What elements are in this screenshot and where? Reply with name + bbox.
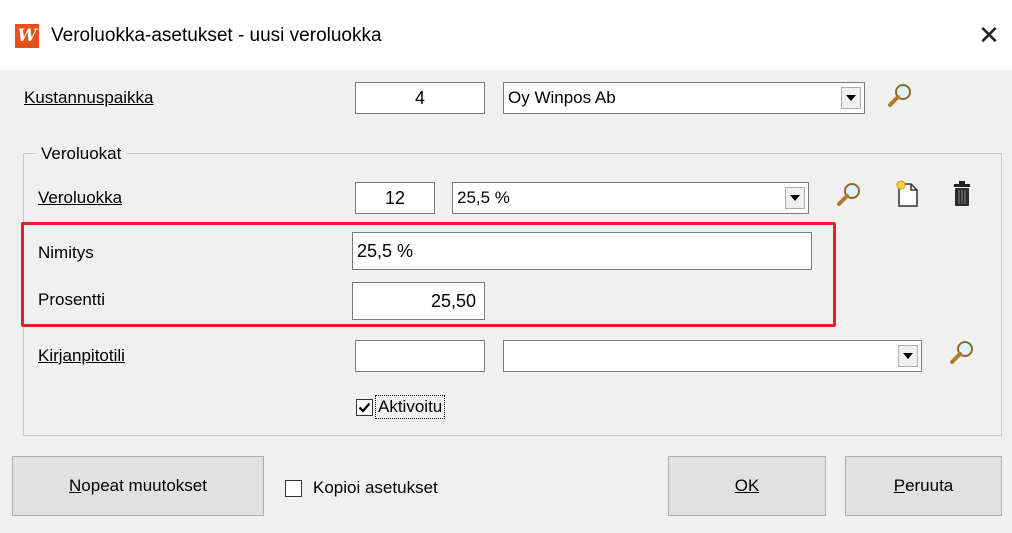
kustannuspaikka-label[interactable]: Kustannuspaikka	[24, 87, 153, 109]
veroluokka-code-input[interactable]: 12	[355, 182, 435, 214]
veroluokka-label[interactable]: Veroluokka	[38, 187, 122, 209]
kustannuspaikka-select[interactable]: Oy Winpos Ab	[503, 82, 865, 114]
kirjanpitotili-label[interactable]: Kirjanpitotili	[38, 345, 125, 367]
dialog-body: Kustannuspaikka 4 Oy Winpos Ab Veroluoka…	[0, 70, 1012, 533]
chevron-down-icon[interactable]	[785, 187, 805, 209]
cancel-label: eruuta	[905, 476, 954, 495]
cancel-button[interactable]: Peruuta	[845, 456, 1002, 516]
trash-icon[interactable]	[948, 178, 976, 208]
new-document-icon[interactable]	[893, 178, 921, 208]
kirjanpitotili-select[interactable]	[503, 340, 922, 372]
ok-button[interactable]: OK	[668, 456, 826, 516]
highlight-box	[21, 222, 836, 327]
kirjanpitotili-code-input[interactable]	[355, 340, 485, 372]
chevron-down-icon[interactable]	[841, 87, 861, 109]
close-icon[interactable]: ✕	[968, 16, 1010, 56]
cancel-mnemonic: P	[893, 476, 906, 495]
veroluokat-group-title: Veroluokat	[36, 143, 127, 165]
aktivoitu-label[interactable]: Aktivoitu	[374, 395, 446, 419]
veroluokka-select[interactable]: 25,5 %	[452, 182, 809, 214]
kustannuspaikka-code-input[interactable]: 4	[355, 82, 485, 114]
quick-changes-label: opeat muutokset	[81, 476, 207, 495]
magnifier-icon[interactable]	[886, 81, 914, 111]
ok-label: OK	[734, 476, 760, 495]
kustannuspaikka-selected: Oy Winpos Ab	[508, 88, 616, 107]
checkmark-icon	[358, 402, 371, 413]
window-title: Veroluokka-asetukset - uusi veroluokka	[51, 25, 382, 46]
aktivoitu-checkbox[interactable]	[356, 399, 373, 416]
chevron-down-icon[interactable]	[898, 345, 918, 367]
copy-settings-label[interactable]: Kopioi asetukset	[313, 477, 438, 499]
veroluokka-selected: 25,5 %	[457, 188, 510, 207]
app-logo-icon: W	[15, 24, 39, 48]
magnifier-icon[interactable]	[835, 180, 863, 210]
magnifier-icon[interactable]	[948, 338, 976, 368]
quick-changes-button[interactable]: Nopeat muutokset	[12, 456, 264, 516]
title-bar: W Veroluokka-asetukset - uusi veroluokka…	[0, 0, 1012, 70]
copy-settings-checkbox[interactable]	[285, 480, 302, 497]
quick-changes-mnemonic: N	[69, 476, 82, 495]
